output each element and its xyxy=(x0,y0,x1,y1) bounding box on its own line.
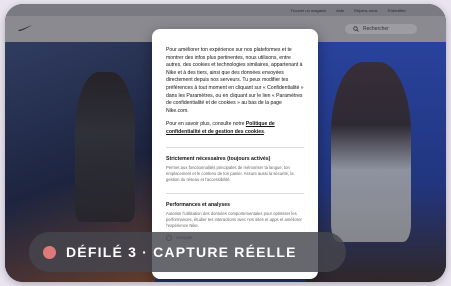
section-performance-body: Autorise l'utilisation des données compo… xyxy=(166,210,302,228)
caption-label: DÉFILÉ 3 · CAPTURE RÉELLE xyxy=(66,244,297,260)
utility-bar: Trouver un magasin Aide Rejoins-nous S'i… xyxy=(5,4,446,16)
topbar-link-store[interactable]: Trouver un magasin xyxy=(291,8,326,13)
topbar-link-help[interactable]: Aide xyxy=(336,8,344,13)
section-necessary-title: Strictement nécessaires (toujours activé… xyxy=(166,155,271,162)
section-necessary: Strictement nécessaires (toujours activé… xyxy=(166,146,304,183)
nike-logo-icon[interactable] xyxy=(17,24,33,32)
section-performance-title: Performances et analyses xyxy=(166,201,231,208)
topbar-link-join[interactable]: Rejoins-nous xyxy=(354,8,377,13)
learn-more-text: Pour en savoir plus, consulte notre Poli… xyxy=(166,121,304,136)
record-dot-icon xyxy=(43,245,56,259)
caption-pill: DÉFILÉ 3 · CAPTURE RÉELLE xyxy=(29,232,346,272)
search-input[interactable]: Rechercher xyxy=(345,24,417,34)
search-placeholder: Rechercher xyxy=(363,26,389,32)
learn-more-prefix: Pour en savoir plus, consulte notre xyxy=(166,121,246,128)
learn-more-suffix: . xyxy=(263,128,266,135)
section-necessary-body: Permet aux fonctionnalités principales d… xyxy=(166,164,294,182)
search-icon xyxy=(353,26,359,32)
topbar-link-signin[interactable]: S'identifier xyxy=(387,8,406,13)
consent-intro-text: Pour améliorer ton expérience sur nos pl… xyxy=(166,47,304,114)
